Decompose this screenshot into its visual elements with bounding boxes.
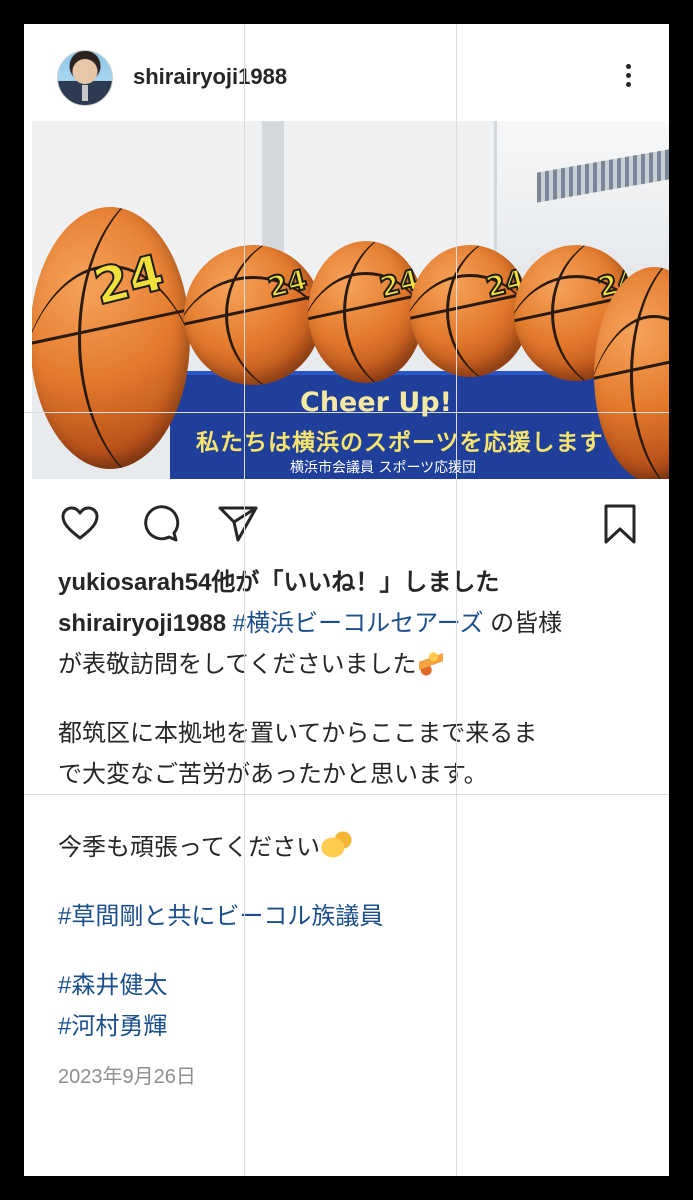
basketball: 24 (308, 241, 424, 383)
post-photo[interactable]: Cheer Up! 私たちは横浜のスポーツを応援します 横浜市会議員 スポーツ応… (32, 121, 669, 479)
post-header: shirairyoji1988 (24, 50, 669, 106)
likes-count[interactable]: yukiosarah54他が「いいね！」しました (58, 562, 499, 597)
caption-text: の皆様 (483, 610, 563, 637)
ball-number: 24 (264, 262, 312, 305)
hashtag-link[interactable]: #横浜ビーコルセアーズ (233, 610, 484, 637)
basketball: 24 (184, 245, 322, 385)
hashtag-link[interactable]: #河村勇輝 (58, 1006, 658, 1047)
caption-text: が表敬訪問をしてくださいました (58, 651, 417, 678)
cheer-banner: Cheer Up! 私たちは横浜のスポーツを応援します 横浜市会議員 スポーツ応… (170, 371, 640, 479)
caption-line: 今季も頑張ってください (58, 827, 658, 868)
banner-subtitle: 私たちは横浜のスポーツを応援します (196, 430, 604, 456)
comment-icon[interactable] (138, 502, 182, 546)
banner-title: Cheer Up! (300, 387, 452, 418)
avatar[interactable] (57, 50, 113, 106)
post-actions (24, 494, 669, 546)
ball-number: 24 (87, 242, 171, 317)
post-date: 2023年9月26日 (58, 1066, 196, 1088)
basketball: 24 (32, 207, 190, 469)
caption-line: shirairyoji1988 #横浜ビーコルセアーズ の皆様 (58, 603, 658, 644)
more-icon[interactable] (616, 60, 640, 94)
basketball-player-emoji (418, 652, 443, 676)
flexed-biceps-emoji (320, 831, 353, 861)
caption: shirairyoji1988 #横浜ビーコルセアーズ の皆様 が表敬訪問をして… (58, 603, 658, 1047)
basketball: 24 (410, 245, 530, 377)
heart-icon[interactable] (58, 502, 102, 546)
username[interactable]: shirairyoji1988 (133, 64, 287, 90)
caption-text: 今季も頑張ってください (58, 834, 321, 861)
caption-author[interactable]: shirairyoji1988 (58, 610, 226, 637)
banner-org: 横浜市会議員 スポーツ応援団 (290, 460, 477, 476)
hashtag-link[interactable]: #草間剛と共にビーコル族議員 (58, 896, 658, 937)
send-icon[interactable] (216, 502, 260, 546)
bookmark-icon[interactable] (598, 502, 642, 546)
caption-line: で大変なご苦労があったかと思います。 (58, 761, 488, 788)
post-card: shirairyoji1988 Cheer Up! 私たちは横浜のスポーツを応援… (24, 24, 669, 1176)
caption-line: が表敬訪問をしてくださいました (58, 644, 658, 685)
caption-line: 都筑区に本拠地を置いてからここまで来るま (58, 720, 538, 747)
hashtag-link[interactable]: #森井健太 (58, 965, 658, 1006)
